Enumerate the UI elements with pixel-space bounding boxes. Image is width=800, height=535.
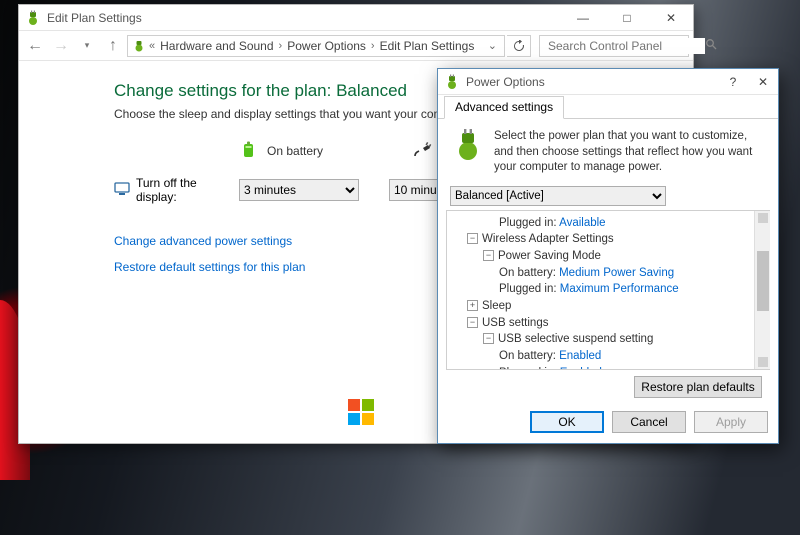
scrollbar-thumb[interactable] xyxy=(757,251,769,311)
ok-button[interactable]: OK xyxy=(530,411,604,433)
tree-value[interactable]: Maximum Performance xyxy=(560,283,679,295)
tree-node[interactable]: USB selective suspend setting xyxy=(498,333,653,345)
power-plan-icon xyxy=(452,129,484,161)
help-button[interactable]: ? xyxy=(718,69,748,95)
breadcrumb-seg[interactable]: Power Options xyxy=(285,39,368,53)
chevron-right-icon: › xyxy=(368,40,378,52)
tree-label: Plugged in: xyxy=(499,367,557,369)
tree-label: On battery: xyxy=(499,350,556,362)
breadcrumb-seg[interactable]: Edit Plan Settings xyxy=(378,39,477,53)
tree-node[interactable]: Wireless Adapter Settings xyxy=(482,233,614,245)
power-options-dialog: Power Options ? ✕ Advanced settings Sele… xyxy=(437,68,779,444)
tree-value[interactable]: Available xyxy=(559,217,605,229)
power-options-icon xyxy=(444,74,460,90)
collapse-icon[interactable]: − xyxy=(467,233,478,244)
tree-label: Plugged in: xyxy=(499,283,557,295)
tree-value[interactable]: Medium Power Saving xyxy=(559,267,674,279)
nav-toolbar: ← → ▾ ↑ « Hardware and Sound › Power Opt… xyxy=(19,31,693,61)
collapse-icon[interactable]: − xyxy=(467,317,478,328)
collapse-icon[interactable]: − xyxy=(483,333,494,344)
tree-value[interactable]: Enabled xyxy=(559,350,601,362)
dialog-title: Power Options xyxy=(466,75,718,89)
tree-label: On battery: xyxy=(499,267,556,279)
power-plan-select[interactable]: Balanced [Active] xyxy=(450,186,666,206)
forward-button[interactable]: → xyxy=(49,34,73,58)
breadcrumb-icon xyxy=(132,39,146,53)
expand-icon[interactable]: + xyxy=(467,300,478,311)
search-box[interactable] xyxy=(539,35,689,57)
main-window-title: Edit Plan Settings xyxy=(47,11,561,25)
dialog-close-button[interactable]: ✕ xyxy=(748,69,778,95)
minimize-button[interactable]: — xyxy=(561,5,605,31)
turn-off-display-label: Turn off the display: xyxy=(136,176,239,204)
breadcrumb[interactable]: « Hardware and Sound › Power Options › E… xyxy=(127,35,505,57)
plug-icon xyxy=(413,139,433,162)
collapse-icon[interactable]: − xyxy=(483,250,494,261)
cancel-button[interactable]: Cancel xyxy=(612,411,686,433)
up-button[interactable]: ↑ xyxy=(101,34,125,58)
tree-label: Plugged in: xyxy=(499,217,557,229)
settings-tree: Plugged in: Available −Wireless Adapter … xyxy=(446,210,770,370)
close-button[interactable]: ✕ xyxy=(649,5,693,31)
search-icon[interactable] xyxy=(705,38,717,53)
tree-node[interactable]: Sleep xyxy=(482,300,511,312)
tree-node[interactable]: USB settings xyxy=(482,317,548,329)
advanced-settings-tab[interactable]: Advanced settings xyxy=(444,96,564,119)
refresh-button[interactable] xyxy=(507,35,531,57)
dialog-tabstrip: Advanced settings xyxy=(438,95,778,119)
maximize-button[interactable]: □ xyxy=(605,5,649,31)
apply-button: Apply xyxy=(694,411,768,433)
on-battery-header: On battery xyxy=(267,144,323,158)
search-input[interactable] xyxy=(546,38,705,54)
restore-plan-defaults-button[interactable]: Restore plan defaults xyxy=(634,376,762,398)
turn-off-display-battery-select[interactable]: 3 minutes xyxy=(239,179,359,201)
display-icon xyxy=(114,181,130,200)
chevron-right-icon: › xyxy=(276,40,286,52)
power-options-icon xyxy=(25,10,41,26)
breadcrumb-seg[interactable]: Hardware and Sound xyxy=(158,39,275,53)
chevron-icon: « xyxy=(146,40,158,52)
main-titlebar[interactable]: Edit Plan Settings — □ ✕ xyxy=(19,5,693,31)
dialog-titlebar[interactable]: Power Options ? ✕ xyxy=(438,69,778,95)
chevron-down-icon[interactable]: ⌄ xyxy=(485,39,500,52)
back-button[interactable]: ← xyxy=(23,34,47,58)
tree-value[interactable]: Enabled xyxy=(560,367,602,369)
microsoft-logo xyxy=(348,399,374,425)
recent-dropdown[interactable]: ▾ xyxy=(75,34,99,58)
tree-scrollbar[interactable] xyxy=(754,211,770,369)
battery-icon xyxy=(239,139,259,162)
dialog-description: Select the power plan that you want to c… xyxy=(494,129,764,176)
tree-node[interactable]: Power Saving Mode xyxy=(498,250,601,262)
